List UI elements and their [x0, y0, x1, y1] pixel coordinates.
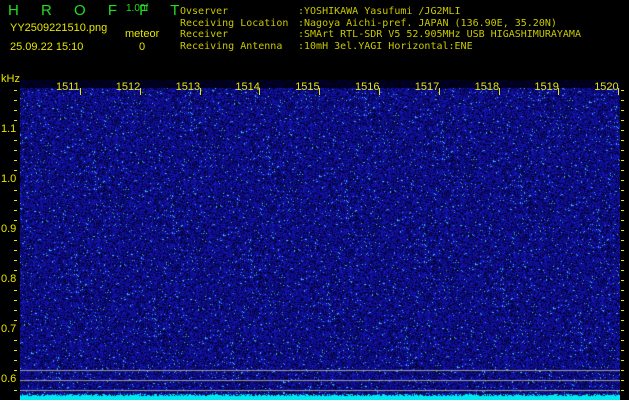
y-minor-tick: [14, 200, 17, 201]
time-tick: [319, 88, 321, 95]
time-label: 1519: [534, 81, 559, 93]
time-tick: [379, 88, 380, 95]
y-minor-tick-right: [621, 390, 624, 391]
y-label: 1.0: [1, 173, 17, 185]
y-minor-tick: [14, 320, 17, 321]
time-tick: [139, 88, 141, 95]
y-axis-unit: kHz: [1, 73, 20, 85]
app-title: H R O F F T: [8, 2, 189, 19]
y-minor-tick: [14, 160, 17, 161]
y-minor-tick-right: [621, 370, 624, 371]
y-minor-tick-right: [621, 350, 624, 351]
time-label: 1512: [115, 81, 141, 93]
y-minor-tick: [14, 300, 17, 301]
y-minor-tick: [14, 250, 17, 251]
y-minor-tick-right: [621, 340, 624, 341]
time-label: 1513: [175, 81, 201, 93]
y-minor-tick: [14, 110, 17, 111]
y-minor-tick-right: [621, 310, 624, 311]
y-minor-tick: [14, 350, 17, 351]
y-minor-tick: [14, 210, 17, 211]
y-minor-tick-right: [621, 250, 624, 251]
y-minor-tick-right: [621, 130, 624, 131]
y-minor-tick: [14, 120, 17, 121]
time-label: 1520: [594, 81, 619, 93]
y-minor-tick-right: [621, 150, 624, 151]
time-label: 1518: [474, 81, 500, 93]
y-minor-tick: [14, 360, 17, 361]
y-minor-tick-right: [621, 210, 624, 211]
time-label: 1511: [56, 81, 80, 93]
y-minor-tick: [14, 240, 17, 241]
spectrogram: [20, 80, 620, 400]
meteor-count: 0: [139, 41, 146, 53]
y-label: 1.1: [1, 123, 17, 135]
time-label: 1514: [235, 81, 260, 93]
time-tick: [259, 88, 261, 95]
y-minor-tick-right: [621, 110, 624, 111]
y-minor-tick: [14, 340, 17, 341]
y-minor-tick: [14, 270, 17, 271]
y-minor-tick: [14, 100, 17, 101]
y-minor-tick-right: [621, 140, 624, 141]
y-minor-tick: [14, 150, 17, 151]
time-tick: [80, 88, 81, 95]
y-minor-tick-right: [621, 270, 624, 271]
y-minor-tick: [14, 260, 17, 261]
y-minor-tick: [14, 220, 17, 221]
y-label: 0.9: [1, 223, 17, 235]
y-minor-tick-right: [621, 100, 624, 101]
y-minor-tick-right: [621, 320, 624, 321]
y-minor-tick: [14, 190, 17, 191]
y-minor-tick: [14, 370, 17, 371]
time-label: 1517: [414, 81, 440, 93]
y-label: 0.8: [1, 273, 17, 285]
meteor-label: meteor: [125, 28, 160, 40]
y-minor-tick-right: [621, 290, 624, 291]
y-minor-tick-right: [621, 260, 624, 261]
y-minor-tick-right: [621, 190, 624, 191]
time-tick: [558, 88, 560, 95]
file-name: YY2509221510.png: [10, 22, 108, 34]
y-minor-tick-right: [621, 160, 624, 161]
y-minor-tick-right: [621, 120, 624, 121]
y-minor-tick-right: [621, 360, 624, 361]
info-antenna: Receiving Antenna:10mH 3el.YAGI Horizont…: [180, 40, 473, 52]
info-location: Receiving Location:Nagoya Aichi-pref. JA…: [180, 17, 557, 29]
y-minor-tick: [14, 170, 17, 171]
y-minor-tick: [14, 310, 17, 311]
y-label: 0.7: [1, 323, 17, 335]
y-minor-tick-right: [621, 200, 624, 201]
y-minor-tick-right: [621, 220, 624, 221]
info-observer: Ovserver:YOSHIKAWA Yasufumi /JG2MLI: [180, 6, 461, 17]
version-label: 1.00f: [126, 3, 149, 14]
y-minor-tick-right: [621, 330, 624, 331]
y-minor-tick-right: [621, 230, 624, 231]
y-minor-tick: [14, 390, 17, 391]
y-minor-tick-right: [621, 90, 624, 91]
y-minor-tick-right: [621, 280, 624, 281]
y-minor-tick: [14, 140, 17, 141]
datetime-label: 25.09.22 15:10: [10, 41, 84, 53]
y-minor-tick-right: [621, 240, 624, 241]
time-tick: [199, 88, 201, 95]
y-minor-tick-right: [621, 170, 624, 171]
y-minor-tick: [14, 290, 17, 291]
y-label: 0.6: [1, 373, 17, 385]
info-receiver: Receiver:SMArt RTL-SDR V5 52.905MHz USB …: [180, 29, 581, 40]
y-minor-tick: [14, 90, 17, 91]
y-minor-tick-right: [621, 380, 624, 381]
time-label: 1515: [295, 81, 320, 93]
y-minor-tick-right: [621, 180, 624, 181]
time-label: 1516: [355, 81, 380, 93]
time-tick: [618, 88, 620, 95]
time-tick: [438, 88, 440, 95]
time-tick: [498, 88, 500, 95]
y-minor-tick-right: [621, 300, 624, 301]
